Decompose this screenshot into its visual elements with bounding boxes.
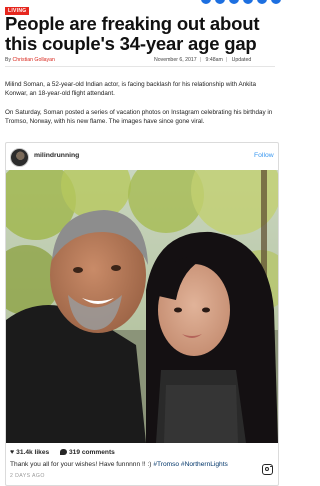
instagram-username[interactable]: milindrunning — [34, 152, 79, 159]
instagram-photo[interactable] — [6, 170, 278, 443]
post-stats: ♥ 31.4k likes 319 comments — [10, 449, 115, 456]
author-link[interactable]: Christian Gollayan — [13, 57, 55, 63]
comments-count: 319 comments — [69, 449, 115, 456]
share-icon[interactable] — [257, 0, 267, 4]
article-paragraph: Milind Soman, a 52-year-old Indian actor… — [5, 81, 256, 98]
caption-hashtags[interactable]: #Tromso #NorthernLights — [153, 461, 228, 468]
couple-photo — [6, 170, 278, 443]
follow-button[interactable]: Follow — [254, 152, 274, 159]
instagram-embed: milindrunning Follow ♥ 31.4k likes 319 c… — [5, 142, 279, 486]
instagram-post-header: milindrunning Follow — [6, 143, 278, 170]
divider — [5, 66, 275, 67]
avatar[interactable] — [10, 148, 29, 167]
instagram-logo-icon[interactable] — [262, 464, 273, 475]
byline: By Christian Gollayan November 6, 2017 | … — [5, 57, 252, 63]
share-icon[interactable] — [271, 0, 281, 4]
caption-text: Thank you all for your wishes! Have funn… — [10, 461, 154, 468]
publish-date: November 6, 2017 — [154, 57, 197, 63]
byline-prefix: By — [5, 57, 12, 63]
post-caption: Thank you all for your wishes! Have funn… — [10, 461, 240, 468]
article-headline: People are freaking out about this coupl… — [5, 13, 260, 54]
likes-count: 31.4k likes — [16, 449, 50, 456]
comment-icon[interactable] — [60, 449, 67, 455]
publish-time: 9:48am — [205, 57, 223, 63]
share-icon[interactable] — [215, 0, 225, 4]
post-timestamp: 2 DAYS AGO — [10, 473, 45, 479]
article-paragraph: On Saturday, Soman posted a series of va… — [5, 109, 273, 126]
share-icon[interactable] — [243, 0, 253, 4]
share-icon[interactable] — [229, 0, 239, 4]
updated-label: Updated — [231, 57, 252, 63]
social-share-bar — [0, 0, 281, 5]
heart-icon[interactable]: ♥ — [10, 449, 14, 456]
share-icon[interactable] — [201, 0, 211, 4]
